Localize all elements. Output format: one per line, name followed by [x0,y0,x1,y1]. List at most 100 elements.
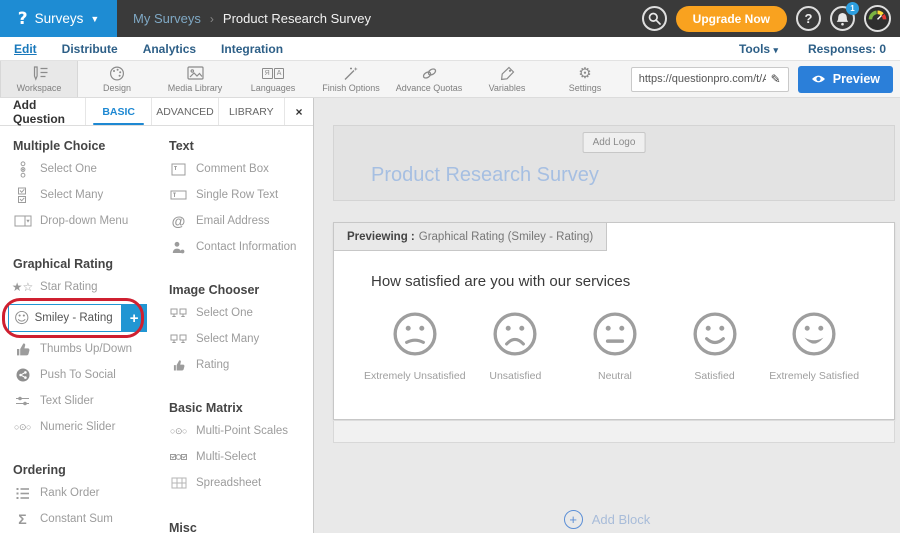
qtype-email-address[interactable]: @ Email Address [169,208,312,234]
add-question-title: Add Question [0,98,86,125]
qtype-spreadsheet[interactable]: Spreadsheet [169,470,312,496]
question-types-column-1: Multiple Choice Select One Select Many D… [0,126,152,533]
section-basic-matrix: Basic Matrix [169,401,312,415]
smiley-rating-box[interactable]: ☺ Smiley - Rating [8,304,122,332]
smiley-option-neutral[interactable]: Neutral [565,311,665,382]
tab-analytics[interactable]: Analytics [143,42,196,56]
toolbar-settings[interactable]: ⚙ Settings [546,61,624,97]
tab-basic[interactable]: BASIC [86,98,152,125]
survey-url-box: ✎ [631,67,789,92]
help-button[interactable]: ? [796,6,821,31]
toolbar-media-library[interactable]: Media Library [156,61,234,97]
add-block-button[interactable]: + Add Block [314,510,900,529]
avatar[interactable] [864,5,891,32]
qtype-image-select-one[interactable]: Select One [169,300,312,326]
smiley-slight-frown-icon [392,311,438,357]
toolbar-variables[interactable]: Variables [468,61,546,97]
notifications-button[interactable]: 1 [830,6,855,31]
at-sign-icon: @ [169,213,188,229]
workspace-icon [29,66,49,81]
qtype-numeric-slider[interactable]: ○⊙○ Numeric Slider [13,414,152,440]
preview-button[interactable]: Preview [798,66,893,93]
share-icon [13,368,32,382]
survey-footer-strip [333,421,895,443]
section-image-chooser: Image Chooser [169,283,312,297]
qtype-image-select-many[interactable]: Select Many [169,326,312,352]
close-panel-button[interactable]: × [285,98,313,125]
responses-count[interactable]: Responses: 0 [808,42,886,56]
qtype-multi-point-scales[interactable]: ○⊙○ Multi-Point Scales [169,418,312,444]
palette-icon [109,66,125,81]
person-icon [169,241,188,254]
image-icon [187,66,204,81]
tab-advanced[interactable]: ADVANCED [152,98,218,125]
gear-icon: ⚙ [578,66,591,81]
tab-edit[interactable]: Edit [14,42,37,56]
qtype-single-row-text[interactable]: Single Row Text [169,182,312,208]
smiley-option-extremely-satisfied[interactable]: Extremely Satisfied [764,311,864,382]
single-row-text-icon [169,190,188,200]
tab-integration[interactable]: Integration [221,42,283,56]
upgrade-now-button[interactable]: Upgrade Now [676,6,787,32]
breadcrumb-my-surveys[interactable]: My Surveys [133,11,201,26]
sliders-icon [13,395,32,407]
toolbar-workspace[interactable]: Workspace [0,61,78,97]
survey-preview-area: Add Logo Product Research Survey Preview… [314,98,900,533]
qtype-rank-order[interactable]: Rank Order [13,480,152,506]
toolbar-advance-quotas[interactable]: Advance Quotas [390,61,468,97]
notification-badge: 1 [846,2,859,15]
help-icon: ? [805,11,813,26]
qtype-push-to-social[interactable]: Push To Social [13,362,152,388]
plus-circle-icon: + [564,510,583,529]
questionpro-logo-icon: ? [18,9,28,29]
smiley-option-extremely-unsatisfied[interactable]: Extremely Unsatisfied [364,311,466,382]
question-types-column-2: Text Comment Box Single Row Text @ Email… [152,126,312,533]
qtype-text-slider[interactable]: Text Slider [13,388,152,414]
add-logo-button[interactable]: Add Logo [583,132,646,153]
tab-distribute[interactable]: Distribute [62,42,118,56]
qtype-contact-information[interactable]: Contact Information [169,234,312,260]
app-label: Surveys [35,11,84,26]
app-logo-menu[interactable]: ? Surveys ▼ [0,0,117,37]
breadcrumb-current: Product Research Survey [223,11,371,26]
tab-library[interactable]: LIBRARY [219,98,285,125]
edit-toolbar: Workspace Design Media Library ЯA Langua… [0,61,900,98]
qtype-comment-box[interactable]: Comment Box [169,156,312,182]
bell-icon [836,12,849,26]
translate-icon: ЯA [262,66,285,81]
qtype-multi-select[interactable]: Multi-Select [169,444,312,470]
qtype-select-many[interactable]: Select Many [13,182,152,208]
magic-wand-icon [343,66,359,81]
question-text[interactable]: How satisfied are you with our services [371,273,630,290]
qtype-thumbs-up-down[interactable]: Thumbs Up/Down [13,336,152,362]
breadcrumb-separator-icon: › [210,12,214,26]
multi-select-icon [169,453,188,462]
search-button[interactable] [642,6,667,31]
add-smiley-question-button[interactable]: + [122,304,147,332]
qtype-image-rating[interactable]: Rating [169,352,312,378]
qtype-star-rating[interactable]: ★☆ Star Rating [13,274,152,300]
toolbar-finish-options[interactable]: Finish Options [312,61,390,97]
add-question-panel: Add Question BASIC ADVANCED LIBRARY × Mu… [0,98,314,533]
edit-url-pencil-icon[interactable]: ✎ [771,72,781,86]
smiley-rating-scale: Extremely Unsatisfied Unsatisfied Neutra… [364,311,864,382]
section-multiple-choice: Multiple Choice [13,139,152,153]
survey-url-input[interactable] [639,73,766,85]
smiley-option-unsatisfied[interactable]: Unsatisfied [466,311,566,382]
qtype-smiley-rating[interactable]: ☺ Smiley - Rating + [8,303,152,333]
survey-title[interactable]: Product Research Survey [371,164,599,187]
thumb-rating-icon [169,360,188,371]
tools-menu[interactable]: Tools ▾ [739,42,778,56]
qtype-constant-sum[interactable]: Σ Constant Sum [13,506,152,532]
survey-nav: Edit Distribute Analytics Integration To… [0,37,900,61]
toolbar-design[interactable]: Design [78,61,156,97]
smiley-neutral-icon [592,311,638,357]
toolbar-languages[interactable]: ЯA Languages [234,61,312,97]
qtype-dropdown-menu[interactable]: Drop-down Menu [13,208,152,234]
qtype-select-one[interactable]: Select One [13,156,152,182]
multi-point-icon: ○⊙○ [169,426,188,437]
smiley-option-satisfied[interactable]: Satisfied [665,311,765,382]
spreadsheet-grid-icon [169,477,188,489]
numeric-slider-icon: ○⊙○ [13,422,32,433]
comment-box-icon [169,163,188,176]
